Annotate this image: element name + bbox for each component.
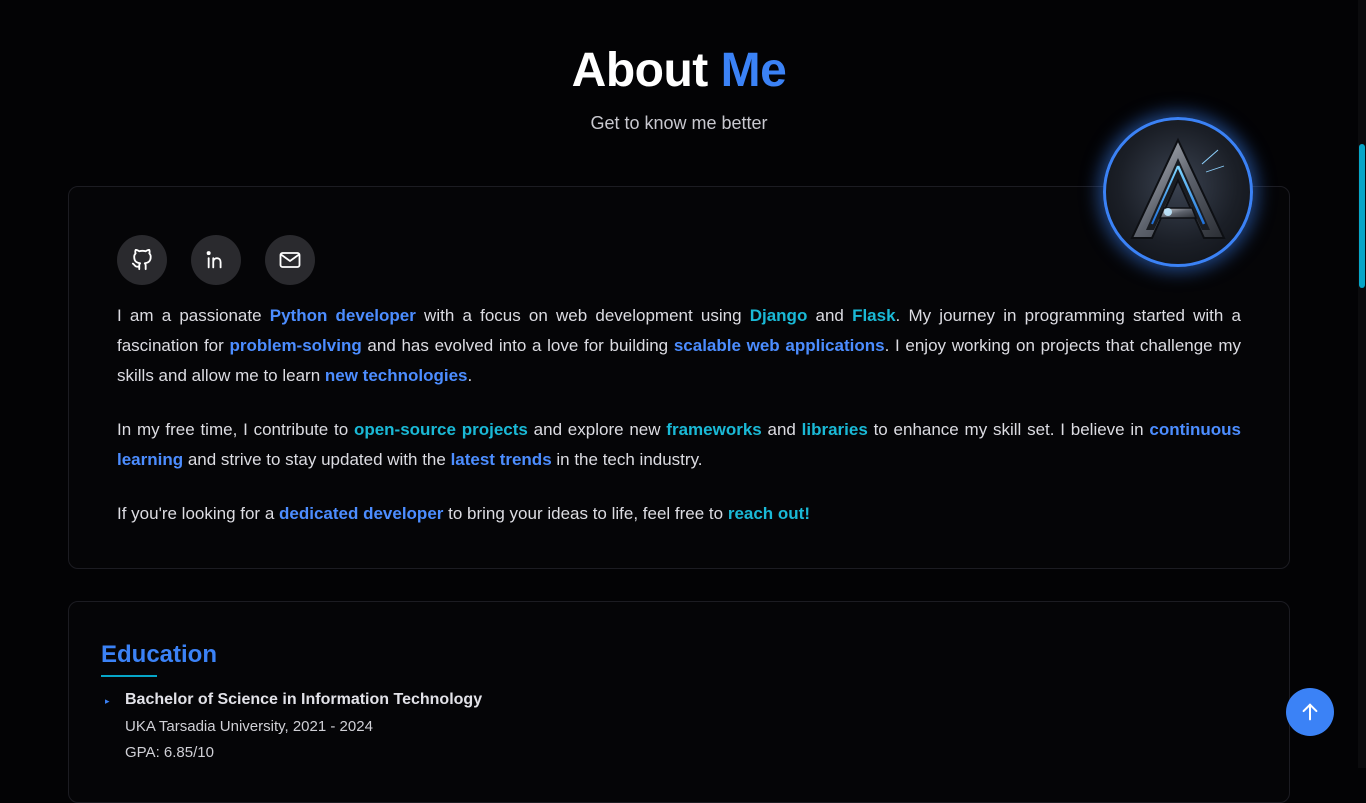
bullet-icon: ▸ <box>105 696 110 706</box>
bio-paragraph-2: In my free time, I contribute to open-so… <box>117 420 1242 469</box>
highlight-frameworks: frameworks <box>666 420 762 439</box>
highlight-latest-trends: latest trends <box>450 450 552 469</box>
education-school: UKA Tarsadia University, 2021 - 2024 <box>125 718 373 735</box>
highlight-open-source: open-source projects <box>353 420 528 439</box>
highlight-new-technologies: new technologies <box>324 366 468 385</box>
page-scrollbar[interactable] <box>1358 0 1366 768</box>
education-card: Education ▸ Bachelor of Science in Infor… <box>68 601 1290 803</box>
scrollbar-thumb[interactable] <box>1359 144 1365 288</box>
avatar-logo-icon <box>1130 137 1226 239</box>
avatar <box>1103 117 1253 267</box>
about-card: I am a passionate Python developer with … <box>68 186 1290 569</box>
education-gpa: GPA: 6.85/10 <box>125 744 214 761</box>
page-title: About Me <box>0 40 1358 102</box>
email-button[interactable] <box>265 235 315 285</box>
highlight-flask: Flask <box>852 306 896 325</box>
highlight-libraries: libraries <box>801 420 868 439</box>
linkedin-button[interactable] <box>191 235 241 285</box>
education-title: Education <box>101 641 218 668</box>
bio-text: I am a passionate Python developer with … <box>117 301 1241 553</box>
bio-paragraph-1: I am a passionate Python developer with … <box>117 306 1241 385</box>
education-degree: Bachelor of Science in Information Techn… <box>125 691 483 708</box>
education-underline <box>101 675 157 677</box>
mail-icon <box>279 252 301 268</box>
title-accent: Me <box>720 44 787 97</box>
highlight-django: Django <box>749 306 808 325</box>
github-icon <box>131 249 152 271</box>
bio-paragraph-3: If you're looking for a dedicated develo… <box>117 504 811 523</box>
social-links <box>117 235 315 285</box>
title-main: About <box>571 44 709 97</box>
linkedin-icon <box>206 251 222 269</box>
reach-out-link[interactable]: reach out! <box>728 504 810 523</box>
arrow-up-icon <box>1302 703 1318 721</box>
highlight-python-developer: Python developer <box>269 306 416 325</box>
highlight-dedicated-developer: dedicated developer <box>279 504 444 523</box>
github-button[interactable] <box>117 235 167 285</box>
scroll-to-top-button[interactable] <box>1286 688 1334 736</box>
highlight-problem-solving: problem-solving <box>229 336 362 355</box>
highlight-scalable-web-apps: scalable web applications <box>673 336 885 355</box>
